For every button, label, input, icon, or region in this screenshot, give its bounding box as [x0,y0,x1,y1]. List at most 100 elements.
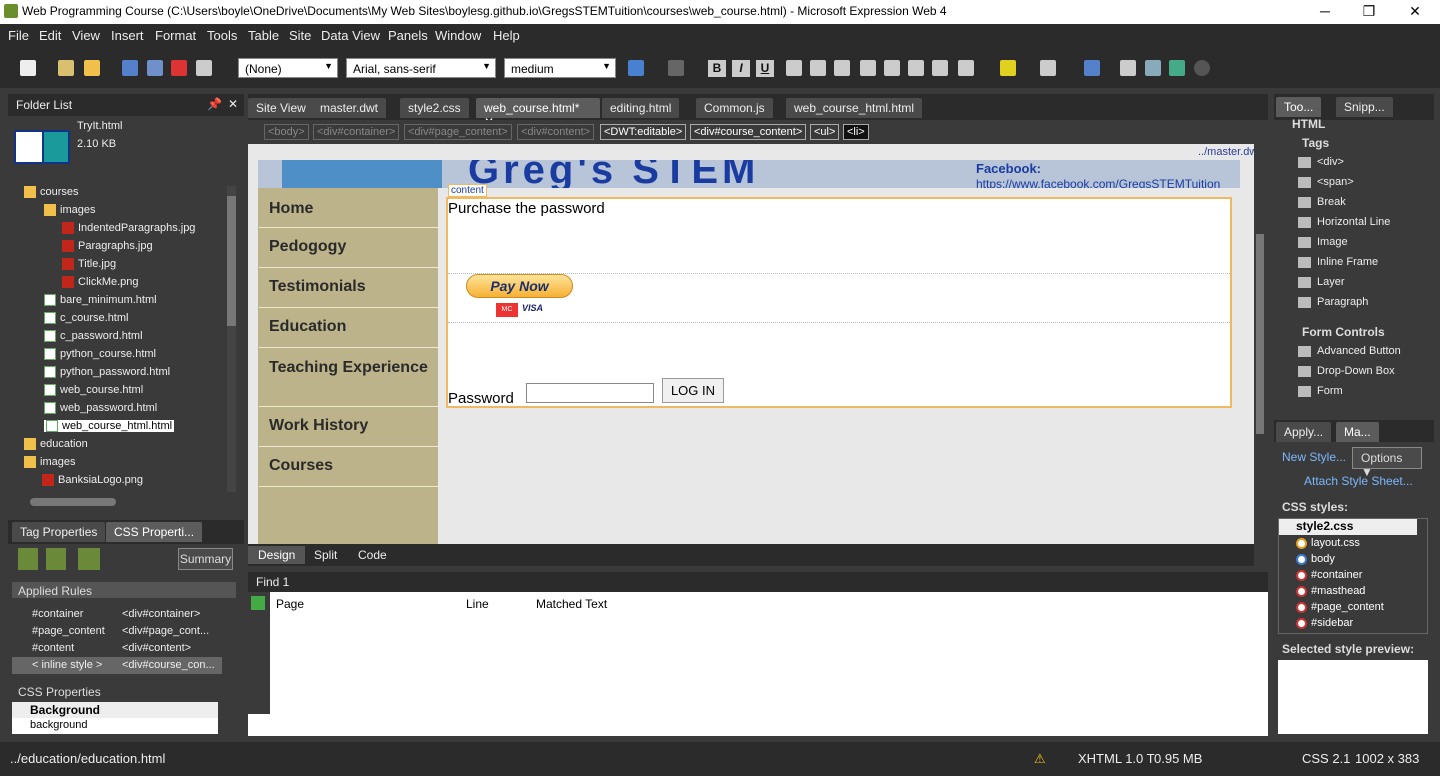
style-page-content[interactable]: #page_content [1296,601,1384,613]
font-color-icon[interactable] [1040,60,1056,76]
tree-item[interactable]: ClickMe.png [62,276,139,289]
open-folder-icon[interactable] [84,60,100,76]
tab-code[interactable]: Code [358,548,387,562]
tab-split[interactable]: Split [314,548,337,562]
new-style-link[interactable]: New Style... [1282,450,1346,464]
menu-view[interactable]: View [72,28,100,43]
style-layout-css[interactable]: layout.css [1296,537,1360,549]
menu-help[interactable]: Help [493,28,520,43]
tab-common-js[interactable]: Common.js [696,98,773,118]
password-input[interactable] [526,383,654,403]
align-left-icon[interactable] [786,60,802,76]
bullet-list-icon[interactable] [884,60,900,76]
crumb-body[interactable]: <body> [264,124,309,140]
page-dimensions[interactable]: 1002 x 383 [1355,751,1419,766]
menu-table[interactable]: Table [248,28,279,43]
crumb-li[interactable]: <li> [843,124,869,140]
design-scrollbar[interactable] [1254,144,1266,544]
tab-site-view[interactable]: Site View [248,98,314,118]
tree-item[interactable]: IndentedParagraphs.jpg [62,222,195,235]
summary-button[interactable]: Summary [178,548,233,570]
rule-element[interactable]: <div#content> [122,642,191,654]
nav-education[interactable]: Education [259,308,438,348]
rule-selector[interactable]: #content [32,642,74,654]
nav-testimonials[interactable]: Testimonials [259,268,438,308]
record-icon[interactable] [1194,60,1210,76]
tab-editing[interactable]: editing.html [602,98,680,118]
close-window-button[interactable]: ✕ [1392,0,1438,24]
tab-master-dwt[interactable]: master.dwt [312,98,387,118]
nav-pedogogy[interactable]: Pedogogy [259,228,438,268]
crumb-dwt-editable[interactable]: <DWT:editable> [600,124,687,140]
underline-button[interactable]: U [756,60,774,77]
show-categorized-icon[interactable] [18,548,38,570]
background-property[interactable]: background [12,718,218,734]
italic-button[interactable]: I [732,60,750,77]
facebook-link[interactable]: https://www.facebook.com/GregsSTEMTuitio… [976,177,1220,188]
show-set-properties-icon[interactable] [78,548,100,570]
highlight-icon[interactable] [1000,60,1016,76]
rule-selector-selected[interactable]: < inline style > [32,659,102,671]
tab-web-course-html[interactable]: web_course_html.html [786,98,923,118]
align-center-icon[interactable] [810,60,826,76]
rule-element-selected[interactable]: <div#course_con... [122,659,215,671]
background-group[interactable]: Background [12,702,218,718]
toolbox-paragraph[interactable]: Paragraph [1298,296,1368,308]
tab-snippets[interactable]: Snipp... [1336,97,1393,117]
tree-item[interactable]: courses [24,186,79,199]
show-alphabetized-icon[interactable] [46,548,66,570]
tree-item[interactable]: web_password.html [44,402,157,415]
tab-toolbox[interactable]: Too... [1276,97,1322,117]
master-link[interactable]: ../master.dwt [1198,146,1260,158]
doctype-indicator[interactable]: XHTML 1.0 T [1078,751,1155,766]
tree-item[interactable]: images [44,204,95,217]
toolbox-advanced-button[interactable]: Advanced Button [1298,345,1401,357]
close-icon[interactable]: ✕ [228,97,238,111]
toolbox-form-controls-group[interactable]: Form Controls [1302,325,1385,339]
folder-hscroll[interactable] [30,498,116,506]
toolbox-drop-down-box[interactable]: Drop-Down Box [1298,365,1395,377]
align-right-icon[interactable] [834,60,850,76]
login-button[interactable]: LOG IN [662,378,724,403]
toolbox-div[interactable]: <div> [1298,156,1344,168]
toolbox-form[interactable]: Form [1298,385,1343,397]
globe-icon[interactable] [1169,60,1185,76]
restore-button[interactable]: ❐ [1346,0,1392,24]
stylesheet-style2[interactable]: style2.css [1296,519,1353,533]
tree-item[interactable]: BanksiaLogo.png [42,474,143,487]
menu-tools[interactable]: Tools [207,28,237,43]
picture-icon[interactable] [1145,60,1161,76]
save-all-icon[interactable] [147,60,163,76]
toolbox-tags-group[interactable]: Tags [1302,136,1329,150]
tab-style2-css[interactable]: style2.css [400,98,469,118]
font-size-dropdown[interactable]: medium ▼ [504,58,616,78]
tree-item[interactable]: web_course.html [44,384,143,397]
nav-teaching-experience[interactable]: Teaching Experience [259,348,438,407]
crumb-ul[interactable]: <ul> [810,124,840,140]
menu-insert[interactable]: Insert [111,28,144,43]
attach-style-sheet-link[interactable]: Attach Style Sheet... [1304,474,1413,488]
tree-item[interactable]: c_course.html [44,312,128,325]
numbered-list-icon[interactable] [860,60,876,76]
tree-item[interactable]: c_password.html [44,330,143,343]
col-line[interactable]: Line [466,597,489,611]
tree-item[interactable]: python_course.html [44,348,156,361]
menu-site[interactable]: Site [289,28,311,43]
tab-tag-properties[interactable]: Tag Properties [12,522,106,542]
col-page[interactable]: Page [276,597,304,611]
style-body[interactable]: body [1296,553,1335,565]
pay-now-button[interactable]: Pay Now [466,274,573,298]
tree-item[interactable]: education [24,438,88,451]
tree-item[interactable]: Title.jpg [62,258,116,271]
style-dropdown[interactable]: (None) ▼ [238,58,338,78]
redo-icon[interactable] [668,60,684,76]
toolbox-html-group[interactable]: HTML [1292,117,1325,131]
menu-panels[interactable]: Panels [388,28,428,43]
nav-work-history[interactable]: Work History [259,407,438,447]
pin-icon[interactable]: 📌 [207,97,222,111]
tree-item[interactable]: images [24,456,75,469]
col-matched-text[interactable]: Matched Text [536,597,607,611]
bold-button[interactable]: B [708,60,726,77]
minimize-button[interactable]: ─ [1302,0,1348,24]
font-dropdown[interactable]: Arial, sans-serif ▼ [346,58,496,78]
